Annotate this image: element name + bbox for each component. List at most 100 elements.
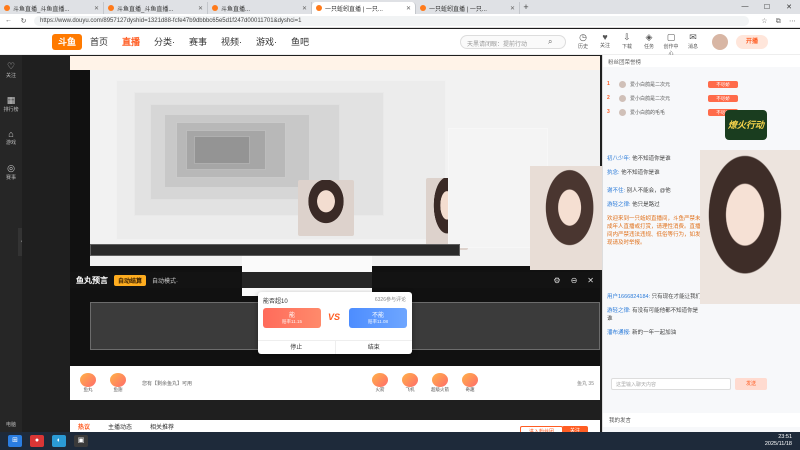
browser-tab[interactable]: 斗鱼直播_斗鱼直播... ✕ [104, 2, 208, 14]
nav-games[interactable]: 游戏· [256, 35, 277, 48]
chat-message: 游轻之律: 他只是路过 [607, 202, 660, 208]
download-icon: ⇩ [623, 32, 631, 42]
close-icon[interactable]: ✕ [94, 5, 99, 12]
douyu-favicon-icon [4, 5, 10, 11]
chat-message: 游轻之律: 有没有可能他都不知道你是谁 [607, 308, 699, 322]
browser-tab[interactable]: 斗鱼直播_斗鱼直播... ✕ [0, 2, 104, 14]
avatar[interactable] [712, 34, 728, 50]
heart-outline-icon: ♡ [6, 61, 16, 71]
settings-icon[interactable]: ⚙ [553, 276, 560, 285]
douyu-favicon-icon [212, 5, 218, 11]
minimize-icon[interactable]: ⊖ [571, 276, 578, 285]
gift-icon [462, 373, 479, 387]
level-badge: 不尽娇 [708, 81, 738, 88]
browser-tab-active[interactable]: 一只蚯蚓直播 | 一只... ✕ [312, 2, 416, 14]
follow-button[interactable]: ♥ 关注 [596, 32, 614, 57]
site-header: 斗鱼 首页 直播 分类· 赛事 视频· 游戏· 鱼吧 天黑请闭眼：提前行动 ⌕ … [0, 29, 800, 57]
chat-header: 粉丝团荣誉榜 [603, 55, 800, 67]
nested-prediction-bar [90, 244, 460, 256]
chat-message: 潘布通报: 新的一年一起加油 [607, 330, 677, 336]
close-icon[interactable]: ✕ [510, 5, 515, 12]
end-button[interactable]: 结束 [334, 341, 413, 354]
option-yes-button[interactable]: 能赔率11.15 [263, 308, 321, 328]
stop-button[interactable]: 停止 [258, 341, 335, 354]
nav-category[interactable]: 分类· [154, 35, 175, 48]
download-button[interactable]: ⇩ 下载 [618, 32, 636, 57]
back-icon[interactable]: ← [4, 17, 13, 24]
chat-message: 初八少年: 他不知道你是谁 [607, 156, 671, 162]
browser-tab[interactable]: 一只蚯蚓直播 | 一只... ✕ [416, 2, 520, 14]
start-stream-button[interactable]: 开播 [736, 35, 768, 49]
system-clock[interactable]: 23:51 2025/11/18 [765, 434, 792, 448]
prediction-mode-dropdown[interactable]: 自动模式· [152, 276, 178, 285]
extensions-icon[interactable]: ⧉ [776, 18, 781, 25]
tab-dynamics[interactable]: 主播动态 [108, 422, 132, 431]
edge-browser-icon[interactable]: ◐ [52, 435, 66, 447]
douyu-logo[interactable]: 斗鱼 [52, 33, 82, 50]
gift-item[interactable]: 奇趣 [458, 373, 482, 393]
heart-icon: ♥ [602, 32, 608, 42]
nav-video[interactable]: 视频· [221, 35, 242, 48]
nav-fishbar[interactable]: 鱼吧 [291, 35, 309, 48]
rank-avatar [619, 108, 626, 116]
gift-bar: 鱼丸 鱼翅 您有【剩余鱼丸】可用 火箭 飞机 超级火箭 奇趣 鱼丸 35 [70, 366, 600, 400]
sidebar-item-follow[interactable]: ♡ 关注 [0, 55, 22, 89]
chat-message: 执念: 他不知道你是谁 [607, 170, 660, 176]
nav-events[interactable]: 赛事 [189, 35, 207, 48]
task-button[interactable]: ◈ 任务 [640, 32, 658, 57]
sidebar-item-pc[interactable]: 电脑 [0, 421, 22, 428]
tab-recommend[interactable]: 相关推荐 [150, 422, 174, 431]
chat-input[interactable]: 这里输入聊天内容 [611, 378, 731, 390]
tab-discuss[interactable]: 热议 [78, 422, 90, 431]
app-icon[interactable]: ● [30, 435, 44, 447]
my-messages-tab[interactable]: 我的发言 [603, 413, 800, 427]
app-icon[interactable]: ▣ [74, 435, 88, 447]
vs-label: VS [328, 312, 341, 322]
gift-icon [402, 373, 419, 387]
menu-icon[interactable]: ⋯ [789, 18, 796, 25]
sidebar-item-events[interactable]: ◎ 赛事 [0, 157, 22, 191]
nav-home[interactable]: 首页 [90, 35, 108, 48]
browser-tab[interactable]: 斗鱼直播... ✕ [208, 2, 312, 14]
creator-center-button[interactable]: ▢ 创作中心 [662, 32, 680, 57]
option-no-button[interactable]: 不能 赔率11.08 [349, 308, 407, 328]
maximize-icon[interactable]: ☐ [756, 3, 778, 11]
message-button[interactable]: ✉ 消息 [684, 32, 702, 57]
close-icon[interactable]: ✕ [587, 276, 594, 285]
gift-item[interactable]: 超级火箭 [428, 373, 452, 393]
window-controls: — ☐ ✕ [734, 3, 800, 11]
nested-streamer-image [298, 180, 354, 236]
close-icon[interactable]: ✕ [302, 5, 307, 12]
refresh-icon[interactable]: ↻ [19, 17, 28, 25]
main-nav: 首页 直播 分类· 赛事 视频· 游戏· 鱼吧 [90, 35, 309, 48]
gift-item[interactable]: 鱼丸 [76, 373, 100, 393]
sidebar-item-games[interactable]: ⌂ 游戏 [0, 123, 22, 157]
url-input[interactable]: https://www.douyu.com/8957127dyshid=1321… [34, 15, 750, 26]
close-window-icon[interactable]: ✕ [778, 3, 800, 11]
gift-item[interactable]: 火箭 [368, 373, 392, 393]
streamer-camera-large [700, 150, 800, 304]
game-icon: ⌂ [8, 129, 14, 139]
sidebar-item-rank[interactable]: ▦ 排行榜 [0, 89, 22, 123]
nav-live[interactable]: 直播 [122, 35, 140, 48]
close-icon[interactable]: ✕ [198, 5, 203, 12]
windows-start-icon[interactable]: ⊞ [8, 435, 22, 447]
room-info-strip [70, 56, 600, 70]
minimize-icon[interactable]: — [734, 3, 756, 11]
prediction-question: 能否超10 [263, 299, 288, 305]
creator-icon: ▢ [666, 32, 676, 42]
gift-item[interactable]: 飞机 [398, 373, 422, 393]
star-icon[interactable]: ☆ [761, 18, 767, 25]
gift-item[interactable]: 鱼翅 [106, 373, 130, 393]
search-icon[interactable]: ⌕ [548, 37, 552, 47]
new-tab-button[interactable]: + [520, 2, 532, 12]
close-icon[interactable]: ✕ [406, 5, 411, 12]
address-bar-icons: ☆ ⧉ ⋯ [755, 16, 796, 26]
send-button[interactable]: 发送 [735, 378, 767, 390]
address-bar: ← ↻ https://www.douyu.com/8957127dyshid=… [0, 14, 800, 28]
prediction-bar: 鱼丸预言 自动结算 自动模式· ⚙ ⊖ ✕ [70, 272, 600, 288]
prediction-title: 鱼丸预言 [76, 275, 108, 285]
event-badge-logo: 燎火行动 [725, 110, 767, 140]
history-button[interactable]: ◷ 历史 [574, 32, 592, 57]
trophy-icon: ◎ [7, 163, 15, 173]
